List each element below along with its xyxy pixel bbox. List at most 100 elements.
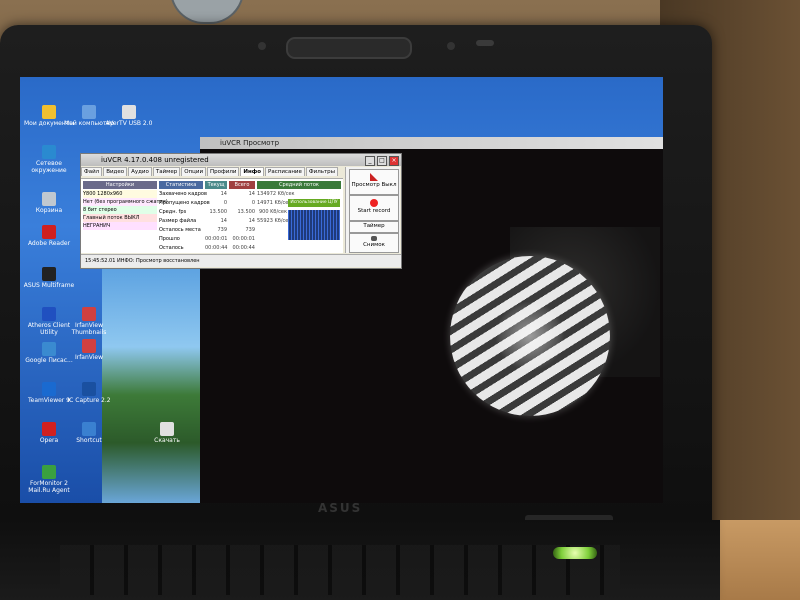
application-icon: [42, 422, 56, 436]
desktop-icon-label: AVerTV USB 2.0: [105, 120, 153, 127]
stat-current: 739: [217, 227, 227, 233]
stat-current: 00:00:44: [205, 245, 228, 251]
application-icon: [82, 339, 96, 353]
stat-label: Прошло: [159, 236, 180, 242]
stat-stream: 14971 Kб/сек: [257, 200, 292, 206]
main-window-title: iuVCR 4.17.0.408 unregistered: [101, 156, 209, 164]
desktop-icon-label: Корзина: [35, 207, 63, 214]
tab[interactable]: Расписание: [265, 167, 305, 176]
lid-latch: [286, 37, 412, 59]
cpu-usage-label: Использование ЦПУ: [288, 199, 340, 207]
maximize-icon[interactable]: □: [377, 156, 387, 166]
application-icon: [160, 422, 174, 436]
stat-label: Пропущено кадров: [159, 200, 210, 206]
application-icon: [42, 192, 56, 206]
desktop-icon-label: ForMonitor 2 Mail.Ru Agent: [28, 480, 70, 494]
stat-total: 14: [248, 191, 255, 197]
desktop-icon[interactable]: IC Capture 2.2: [62, 382, 116, 404]
application-icon: [42, 342, 56, 356]
tab[interactable]: Видео: [103, 167, 128, 176]
settings-line: Нет (без программного сжатия): [83, 198, 168, 206]
start-record-label: Start record: [357, 208, 391, 214]
desktop-icon[interactable]: ForMonitor 2 Mail.Ru Agent: [22, 465, 76, 494]
desktop-icon[interactable]: Сетевое окружение: [22, 145, 76, 174]
desktop-icon[interactable]: Скачать: [140, 422, 194, 444]
desktop-icon[interactable]: AVerTV USB 2.0: [102, 105, 156, 127]
stat-stream: 134972 Kб/сек: [257, 191, 295, 197]
camera-dot-right: [447, 42, 455, 50]
stat-stream: 55923 Kб/сек: [257, 218, 292, 224]
fringe-pattern-disc: [450, 256, 610, 416]
desktop-icon-label: Сетевое окружение: [31, 160, 67, 174]
preview-title[interactable]: iuVCR Просмотр: [200, 137, 663, 149]
stat-total: 0: [251, 200, 255, 206]
stat-current: 13.500: [209, 209, 228, 215]
application-icon: [82, 105, 96, 119]
preview-off-label: Просмотр Выкл: [351, 182, 397, 188]
application-icon: [122, 105, 136, 119]
timer-button[interactable]: Таймер: [349, 221, 399, 233]
current-header: Текущ: [205, 181, 227, 189]
tab[interactable]: Аудио: [128, 167, 152, 176]
stat-label: Размер файла: [159, 218, 197, 224]
status-bar: 15:45:52.01 ИНФО: Просмотр восстановлен: [81, 254, 401, 267]
preview-off-button[interactable]: Просмотр Выкл: [349, 169, 399, 195]
stat-current: 00:00:01: [205, 236, 228, 242]
stat-label: Средн. fps: [159, 209, 187, 215]
iuvcr-main-window[interactable]: iuVCR 4.17.0.408 unregistered _ □ × Файл…: [80, 153, 402, 269]
settings-header: Настройки: [83, 181, 157, 189]
total-header: Всего: [229, 181, 255, 189]
power-led: [553, 547, 597, 559]
record-icon: [370, 199, 378, 207]
desktop-icon[interactable]: Adobe Reader: [22, 225, 76, 247]
desktop-icon-label: IC Capture 2.2: [67, 397, 111, 404]
stat-current: 14: [220, 218, 227, 224]
camera-dot-left: [258, 42, 266, 50]
stat-current: 0: [223, 200, 227, 206]
tab[interactable]: Инфо: [240, 167, 265, 176]
desktop-icon[interactable]: Shortcut: [62, 422, 116, 444]
desktop-icon-label: Shortcut: [76, 437, 102, 444]
application-icon: [42, 145, 56, 159]
stat-label: Осталось: [159, 245, 184, 251]
desktop-icon[interactable]: Корзина: [22, 192, 76, 214]
stat-total: 00:00:01: [232, 236, 255, 242]
tab[interactable]: Профили: [207, 167, 240, 176]
tab[interactable]: Опции: [181, 167, 207, 176]
stream-header: Средний поток: [257, 181, 341, 189]
side-buttons: Просмотр Выкл Start record Таймер Снимок: [345, 167, 400, 253]
laptop: Мои документы Мой компьютер AVerTV USB 2.0…: [0, 25, 712, 600]
keyboard-edge: [60, 545, 620, 595]
desktop-icon[interactable]: Google Пиcaс...: [22, 342, 76, 364]
settings-line: Y800 1280x960: [83, 190, 157, 198]
application-icon: [82, 307, 96, 321]
snapshot-button[interactable]: Снимок: [349, 233, 399, 253]
stat-total: 13.500: [237, 209, 256, 215]
preview-icon: [370, 173, 378, 181]
minimize-icon[interactable]: _: [365, 156, 375, 166]
stat-total: 14: [248, 218, 255, 224]
application-icon: [42, 267, 56, 281]
tab[interactable]: Файл: [81, 167, 103, 176]
start-record-button[interactable]: Start record: [349, 195, 399, 221]
camera-icon: [371, 236, 377, 241]
application-icon: [42, 225, 56, 239]
stat-label: Осталось места: [159, 227, 201, 233]
desktop-icon-label: ASUS Multiframe: [23, 282, 75, 289]
stats-header: Статистика: [159, 181, 203, 189]
tab[interactable]: Таймер: [152, 167, 181, 176]
tab[interactable]: Фильтры: [305, 167, 338, 176]
laptop-screen: Мои документы Мой компьютер AVerTV USB 2.0…: [20, 77, 663, 503]
timer-label: Таймер: [363, 223, 385, 229]
close-icon[interactable]: ×: [389, 156, 399, 166]
laptop-brand: ASUS: [318, 501, 363, 515]
snapshot-label: Снимок: [363, 242, 385, 248]
application-icon: [42, 307, 56, 321]
desktop-icon[interactable]: IrfanView Thumbnails: [62, 307, 116, 336]
lid-slot: [476, 40, 494, 46]
stat-stream: 900 Kб/сек: [258, 209, 287, 215]
main-window-titlebar[interactable]: iuVCR 4.17.0.408 unregistered _ □ ×: [81, 154, 401, 166]
application-icon: [82, 422, 96, 436]
stat-current: 14: [220, 191, 227, 197]
desktop-icon[interactable]: ASUS Multiframe: [22, 267, 76, 289]
